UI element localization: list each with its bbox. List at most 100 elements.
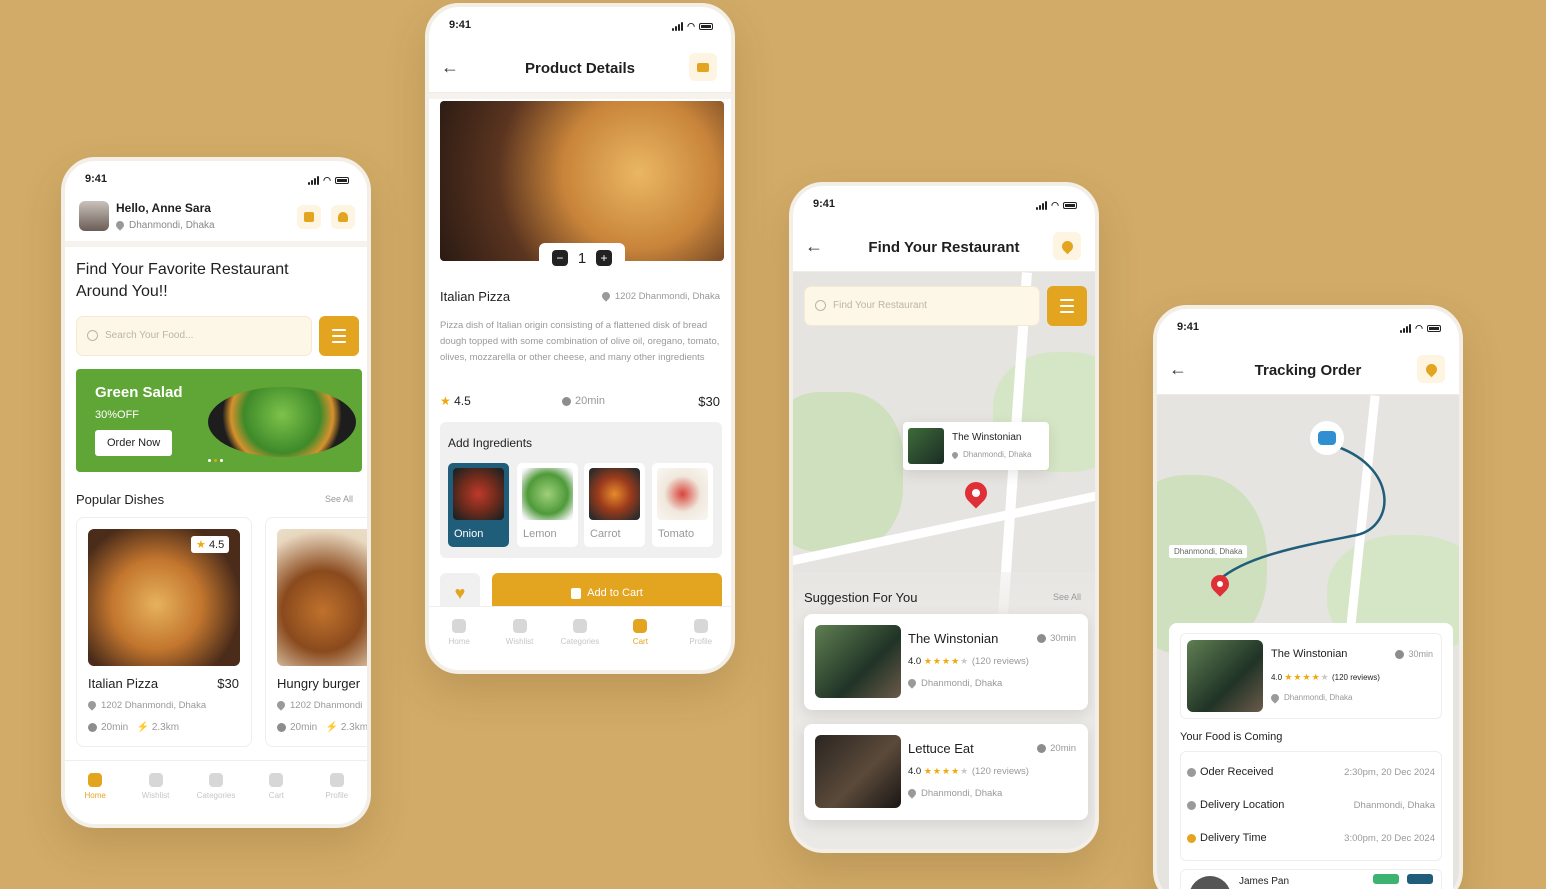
location-pin-icon (86, 699, 98, 712)
bell-icon[interactable] (331, 205, 355, 229)
ingredient-label: Onion (454, 528, 484, 540)
dish-card[interactable]: Hungry burger 1202 Dhanmondi 20min ⚡ 2.3… (265, 517, 367, 747)
avatar[interactable] (79, 201, 109, 231)
restaurant-time: 30min (1037, 633, 1076, 644)
product-rating: ★ 4.5 (440, 394, 471, 408)
tab-cart[interactable]: Cart (251, 773, 301, 824)
status-bar: 9:41 ◠ (793, 186, 1095, 226)
ingredient-onion[interactable]: Onion (448, 463, 509, 547)
rating-stars: ★★★★★ (923, 656, 970, 666)
wifi-icon: ◠ (687, 21, 695, 31)
signal-icon (1036, 201, 1048, 210)
cart-icon[interactable] (689, 53, 717, 81)
location-pin-icon (906, 677, 918, 690)
tab-cart[interactable]: Cart (615, 619, 665, 670)
rating-stars: ★★★★★ (1284, 672, 1330, 682)
tab-wishlist[interactable]: Wishlist (495, 619, 545, 670)
ingredient-carrot[interactable]: Carrot (584, 463, 645, 547)
onion-image (453, 468, 504, 520)
product-name: Italian Pizza (440, 289, 511, 304)
clock-icon (1395, 650, 1405, 660)
tab-home[interactable]: Home (70, 773, 120, 824)
dish-name: Hungry burger (277, 676, 361, 691)
restaurant-thumbnail (815, 735, 901, 808)
status-icons: ◠ (1400, 323, 1441, 334)
map-address-label: Dhanmondi, Dhaka (1169, 545, 1248, 558)
dish-meta: 20min ⚡ 2.3km (277, 722, 367, 733)
call-button[interactable] (1407, 874, 1433, 884)
delivery-route (1218, 443, 1386, 581)
map-marker-icon[interactable] (960, 477, 992, 509)
promo-banner: Green Salad 30%OFF Order Now (76, 369, 362, 472)
ingredient-label: Lemon (523, 528, 557, 540)
step-dot-icon (1187, 833, 1196, 843)
tab-profile[interactable]: Profile (676, 619, 726, 670)
ingredient-tomato[interactable]: Tomato (652, 463, 713, 547)
product-address: 1202 Dhanmondi, Dhaka (600, 290, 720, 303)
lemon-image (522, 468, 573, 520)
location-pin-icon (1269, 692, 1281, 704)
restaurant-card[interactable]: The Winstonian 30min 4.0 ★★★★★ (120 revi… (1180, 633, 1442, 719)
map-view[interactable]: Find Your Restaurant The Winstonian Dhan… (793, 272, 1095, 849)
order-now-button[interactable]: Order Now (95, 430, 173, 456)
cart-icon[interactable] (297, 205, 321, 229)
wifi-icon: ◠ (1415, 323, 1423, 333)
status-time: 9:41 (1177, 321, 1200, 333)
signal-icon (1400, 324, 1412, 333)
section-title: Popular Dishes (76, 492, 165, 507)
step-received: Oder Received 2:30pm, 20 Dec 2024 (1187, 766, 1435, 778)
signal-icon (672, 22, 684, 31)
page-title: Product Details (524, 60, 636, 77)
quantity-stepper[interactable]: − 1 + (539, 243, 625, 273)
driver-avatar (1189, 876, 1231, 889)
map-park (793, 392, 903, 552)
restaurant-rating: 4.0 ★★★★★ (120 reviews) (1271, 672, 1380, 682)
star-icon: ★ (196, 539, 206, 551)
heart-icon (512, 619, 527, 633)
home-screen: 9:41 ◠ Hello, Anne Sara Dhanmondi, Dhaka… (61, 157, 371, 828)
banner-title: Green Salad (95, 384, 183, 401)
wifi-icon: ◠ (1051, 200, 1059, 210)
location-pin-icon[interactable] (1053, 232, 1081, 260)
bolt-icon: ⚡ (325, 722, 339, 733)
step-dot-icon (1187, 767, 1196, 777)
status-time: 9:41 (85, 173, 108, 185)
minus-icon[interactable]: − (551, 250, 568, 266)
dish-card[interactable]: ★ 4.5 Italian Pizza $30 1202 Dhanmondi, … (76, 517, 252, 747)
filter-button[interactable] (1047, 286, 1087, 326)
restaurant-card[interactable]: Lettuce Eat 20min 4.0 ★★★★★ (120 reviews… (804, 724, 1088, 820)
tab-home[interactable]: Home (434, 619, 484, 670)
header: ← Product Details (429, 47, 731, 93)
product-description: Pizza dish of Italian origin consisting … (440, 320, 720, 363)
tab-profile[interactable]: Profile (312, 773, 362, 824)
see-all-link[interactable]: See All (1053, 592, 1081, 602)
product-details-screen: 9:41 ◠ ← Product Details − 1 + Italian P… (425, 3, 735, 674)
search-input[interactable]: Search Your Food... (76, 316, 312, 356)
ingredients-panel: Add Ingredients Onion Lemon Carrot Tomat… (440, 422, 722, 558)
battery-icon (699, 23, 713, 30)
restaurant-name: Lettuce Eat (908, 741, 974, 756)
see-all-link[interactable]: See All (325, 494, 353, 504)
tab-wishlist[interactable]: Wishlist (131, 773, 181, 824)
location-pin-icon[interactable] (1417, 355, 1445, 383)
ingredient-lemon[interactable]: Lemon (517, 463, 578, 547)
restaurant-rating: 4.0 ★★★★★ (120 reviews) (908, 656, 1029, 667)
step-dot-icon (1187, 800, 1196, 810)
tab-categories[interactable]: Categories (555, 619, 605, 670)
bolt-icon: ⚡ (136, 722, 150, 733)
message-button[interactable] (1373, 874, 1399, 884)
plus-icon[interactable]: + (596, 250, 613, 266)
map-view[interactable]: Dhanmondi, Dhaka The Winstonian 30min 4.… (1157, 395, 1459, 889)
grid-icon (572, 619, 587, 633)
restaurant-card[interactable]: The Winstonian 30min 4.0 ★★★★★ (120 revi… (804, 614, 1088, 710)
greeting: Hello, Anne Sara (116, 201, 211, 215)
restaurant-name: The Winstonian (908, 631, 999, 646)
map-label-name: The Winstonian (952, 432, 1022, 443)
map-restaurant-label[interactable]: The Winstonian Dhanmondi, Dhaka (903, 422, 1049, 470)
pizza-hero-image (440, 101, 724, 261)
status-icons: ◠ (1036, 200, 1077, 211)
filter-button[interactable] (319, 316, 359, 356)
carousel-dots (208, 459, 223, 462)
tab-categories[interactable]: Categories (191, 773, 241, 824)
search-input[interactable]: Find Your Restaurant (804, 286, 1040, 326)
